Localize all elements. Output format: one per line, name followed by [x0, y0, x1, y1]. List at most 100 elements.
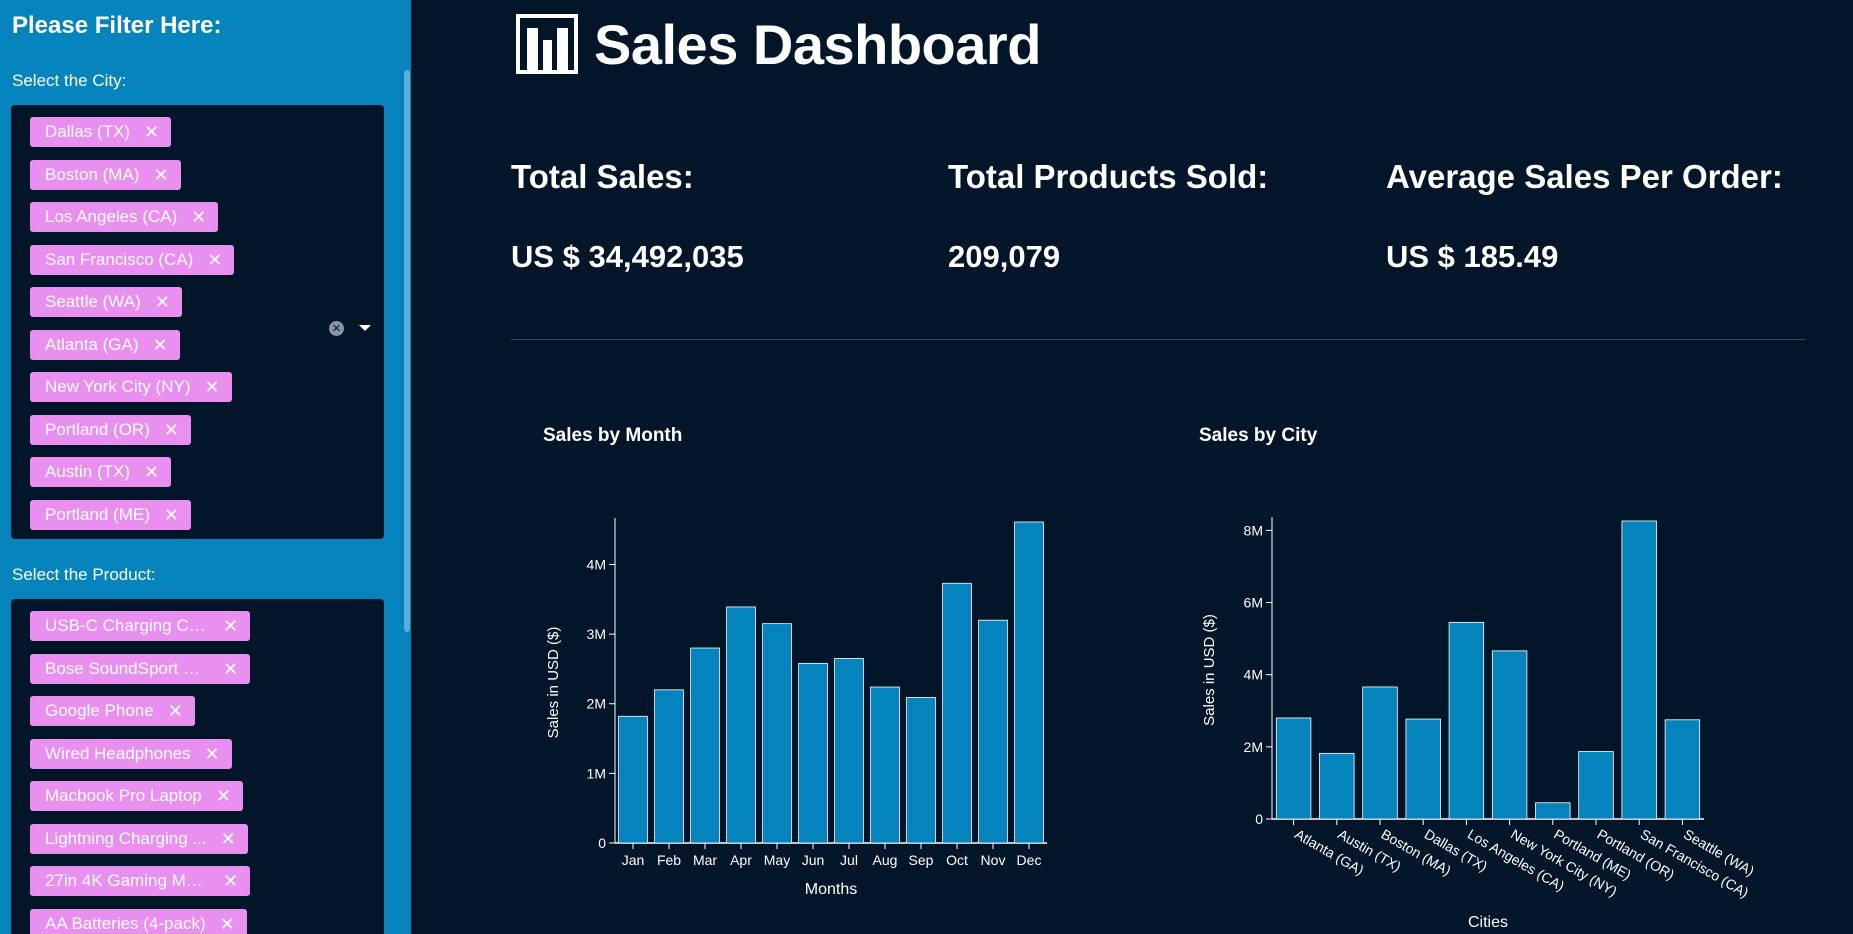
- city-multiselect[interactable]: ✕ Dallas (TX) ✕ Boston (MA) ✕ Los Angeles (C…: [11, 105, 384, 539]
- close-icon[interactable]: ✕: [216, 787, 231, 805]
- bar[interactable]: [1405, 718, 1441, 820]
- tag-label: Austin (TX): [45, 462, 131, 481]
- close-icon[interactable]: ✕: [223, 617, 238, 635]
- sales-by-city-chart[interactable]: 02M4M6M8MAtlanta (GA)Austin (TX)Boston (…: [1190, 500, 1790, 934]
- bar[interactable]: [1362, 686, 1398, 820]
- tag-label: Macbook Pro Laptop: [45, 786, 202, 805]
- tag-label: Dallas (TX): [45, 122, 131, 141]
- selected-tag[interactable]: Portland (OR) ✕: [30, 414, 191, 445]
- close-icon[interactable]: ✕: [223, 660, 238, 678]
- selected-tag[interactable]: Atlanta (GA) ✕: [30, 329, 180, 360]
- bar[interactable]: [1014, 521, 1044, 844]
- x-tick-label: Oct: [946, 852, 968, 868]
- city-select-label: Select the City:: [12, 71, 127, 90]
- chart-title-month: Sales by Month: [543, 425, 683, 446]
- bar[interactable]: [1578, 751, 1614, 820]
- selected-tag[interactable]: Wired Headphones ✕: [30, 738, 232, 769]
- selected-tag[interactable]: Boston (MA) ✕: [30, 159, 181, 190]
- x-tick-label: Mar: [693, 852, 717, 868]
- chart-title-city: Sales by City: [1199, 425, 1318, 446]
- close-icon[interactable]: ✕: [168, 702, 183, 720]
- y-tick-label: 1M: [587, 765, 606, 781]
- close-icon[interactable]: ✕: [164, 506, 179, 524]
- close-icon[interactable]: ✕: [155, 293, 170, 311]
- tag-label: Los Angeles (CA): [45, 207, 178, 226]
- bar[interactable]: [1319, 752, 1355, 820]
- close-icon[interactable]: ✕: [205, 745, 220, 763]
- bar[interactable]: [726, 606, 756, 844]
- kpi-average-sales-per-order: Average Sales Per Order: US $ 185.49: [1386, 158, 1816, 275]
- tag-label: AA Batteries (4-pack): [45, 913, 206, 933]
- selected-tag[interactable]: Bose SoundSport H... ✕: [30, 653, 251, 684]
- clear-all-icon[interactable]: ✕: [329, 321, 344, 336]
- bar[interactable]: [690, 647, 720, 844]
- selected-tag[interactable]: Portland (ME) ✕: [30, 499, 191, 530]
- bar[interactable]: [762, 623, 792, 844]
- y-tick-label: 2M: [1244, 739, 1263, 755]
- bar[interactable]: [978, 619, 1008, 844]
- bar[interactable]: [1664, 719, 1701, 820]
- tag-label: Lightning Charging ...: [45, 828, 207, 848]
- x-tick-label: Aug: [873, 852, 898, 868]
- bar[interactable]: [870, 686, 900, 844]
- divider: [511, 339, 1805, 340]
- tag-label: Atlanta (GA): [45, 334, 139, 354]
- close-icon[interactable]: ✕: [221, 830, 236, 848]
- selected-tag[interactable]: New York City (NY) ✕: [30, 372, 232, 402]
- x-tick-label: May: [764, 852, 790, 868]
- bar[interactable]: [1275, 717, 1312, 820]
- bar[interactable]: [942, 582, 972, 844]
- chevron-down-icon[interactable]: [359, 325, 371, 331]
- selected-tag[interactable]: Austin (TX) ✕: [30, 457, 172, 487]
- x-tick-label: Feb: [657, 852, 681, 868]
- close-icon[interactable]: ✕: [144, 463, 159, 481]
- x-tick-label: Nov: [981, 852, 1006, 868]
- bar[interactable]: [906, 697, 936, 844]
- selected-tag[interactable]: Dallas (TX) ✕: [30, 117, 172, 147]
- bar[interactable]: [1535, 802, 1571, 820]
- close-icon[interactable]: ✕: [164, 421, 179, 439]
- close-icon[interactable]: ✕: [223, 872, 238, 890]
- selected-tag[interactable]: Google Phone ✕: [30, 696, 195, 726]
- tag-label: San Francisco (CA): [45, 249, 194, 269]
- tag-label: Portland (OR): [45, 419, 150, 439]
- close-icon[interactable]: ✕: [153, 336, 168, 354]
- selected-tag[interactable]: Los Angeles (CA) ✕: [30, 202, 219, 232]
- kpi-label: Total Sales:: [511, 158, 694, 195]
- selected-tag[interactable]: USB-C Charging Ca... ✕: [30, 611, 251, 641]
- bar-chart-icon: [516, 14, 578, 74]
- bar[interactable]: [654, 689, 684, 844]
- close-icon[interactable]: ✕: [153, 166, 168, 184]
- selected-tag[interactable]: 27in 4K Gaming Mo... ✕: [30, 866, 251, 896]
- tag-label: Boston (MA): [45, 164, 140, 184]
- selected-tag[interactable]: Lightning Charging ... ✕: [30, 823, 248, 854]
- bar[interactable]: [834, 658, 864, 844]
- kpi-label: Total Products Sold:: [948, 158, 1269, 195]
- bar[interactable]: [1621, 520, 1657, 820]
- y-tick-label: 8M: [1244, 522, 1263, 538]
- close-icon[interactable]: ✕: [204, 378, 219, 396]
- bar[interactable]: [798, 662, 828, 844]
- tag-label: Google Phone: [45, 701, 154, 720]
- bar[interactable]: [618, 715, 648, 844]
- bar[interactable]: [1448, 621, 1485, 820]
- selected-tag[interactable]: AA Batteries (4-pack) ✕: [30, 908, 247, 934]
- bar[interactable]: [1491, 650, 1528, 820]
- close-icon[interactable]: ✕: [191, 208, 206, 226]
- selected-tag[interactable]: San Francisco (CA) ✕: [30, 244, 235, 275]
- product-select-label: Select the Product:: [12, 565, 156, 584]
- sales-by-month-chart[interactable]: 0 1M 2M 3M 4M Jan Feb Mar Apr May Jun Jul Aug Sep Oct N…: [540, 500, 1070, 910]
- sidebar-scrollbar[interactable]: [404, 70, 410, 632]
- y-axis-title: Sales in USD ($): [545, 627, 562, 739]
- product-multiselect[interactable]: USB-C Charging Ca... ✕ Bose SoundSport H..…: [11, 599, 384, 934]
- kpi-label: Average Sales Per Order:: [1386, 158, 1783, 195]
- x-tick-label: Apr: [730, 852, 752, 868]
- selected-tag[interactable]: Seattle (WA) ✕: [30, 287, 182, 317]
- close-icon[interactable]: ✕: [144, 123, 159, 141]
- y-tick-label: 4M: [1244, 667, 1263, 683]
- kpi-value: 209,079: [948, 239, 1061, 274]
- close-icon[interactable]: ✕: [220, 915, 235, 933]
- selected-tag[interactable]: Macbook Pro Laptop ✕: [30, 781, 243, 811]
- close-icon[interactable]: ✕: [207, 251, 222, 269]
- tag-label: Seattle (WA): [45, 292, 141, 311]
